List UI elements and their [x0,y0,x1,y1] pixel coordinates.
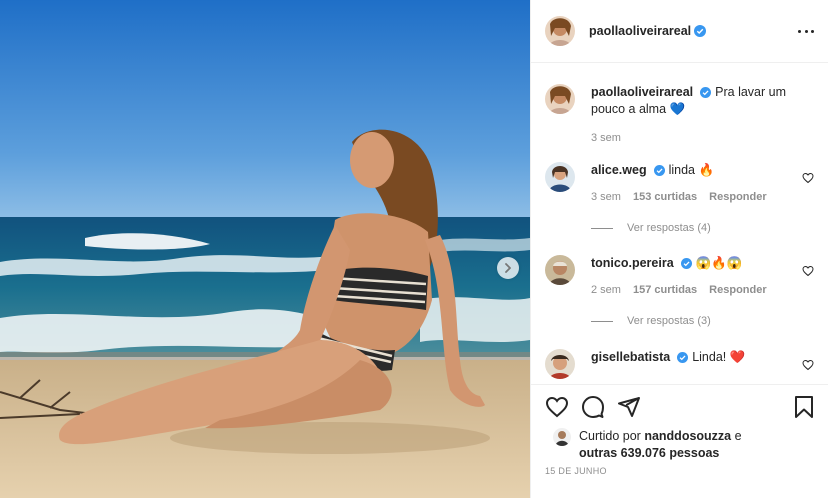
more-options-dot [804,29,808,33]
author-username[interactable]: paollaoliveirareal [589,24,691,38]
author-avatar[interactable] [545,16,575,46]
replies-divider [591,320,613,322]
view-replies-link[interactable]: Ver respostas (3) [591,315,711,327]
post-header: paollaoliveirareal [531,0,828,63]
commenter-avatar[interactable] [545,162,575,192]
reply-button[interactable]: Responder [709,284,766,296]
caption-row: paollaoliveirareal Pra lavar um pouco a a… [545,84,814,144]
caption-text: paollaoliveirareal Pra lavar um pouco a a… [591,84,814,118]
view-replies-label: Ver respostas (3) [627,315,711,327]
more-options-icon [798,29,801,33]
comment-age[interactable]: 2 sem [591,284,621,296]
comments-list[interactable]: paollaoliveirareal Pra lavar um pouco a a… [531,64,828,384]
heart-icon[interactable] [802,265,814,277]
author-avatar[interactable] [545,84,575,114]
liker-avatar[interactable] [553,428,571,446]
more-options-button[interactable] [798,25,814,37]
heart-icon[interactable] [802,172,814,184]
verified-badge-icon [700,87,712,98]
chevron-right-icon [505,263,511,273]
beach-photo [0,0,530,498]
heart-icon[interactable] [545,395,569,419]
post-side-panel: paollaoliveirareal paollaoliveirareal Pra… [530,0,828,498]
verified-badge-icon [680,258,692,269]
reply-button[interactable]: Responder [709,191,766,203]
likes-connector: e [734,429,742,443]
next-photo-button[interactable] [497,257,519,279]
comment-username[interactable]: tonico.pereira [591,256,674,270]
commenter-avatar[interactable] [545,255,575,285]
comment-meta: 2 sem 157 curtidas Responder [591,284,814,296]
likes-text: Curtido por nanddosouzza e outras 639.07… [579,428,779,462]
comment-row: tonico.pereira 😱🔥😱 2 sem 157 curtidas Res… [545,255,814,296]
post-photo[interactable] [0,0,530,498]
comment-text: tonico.pereira 😱🔥😱 [591,255,814,272]
comment-body: linda 🔥 [668,163,715,177]
comment-body: 😱🔥😱 [695,256,743,270]
paper-plane-icon[interactable] [617,395,641,419]
bookmark-icon[interactable] [792,395,816,419]
action-icons [545,395,816,421]
verified-badge-icon [653,165,665,176]
post-actions: Curtido por nanddosouzza e outras 639.07… [531,384,828,498]
verified-badge-icon [677,352,689,363]
likes-prefix: Curtido por [579,429,641,443]
comment-likes[interactable]: 157 curtidas [633,284,697,296]
caption-age[interactable]: 3 sem [591,132,621,144]
post-date[interactable]: 15 DE JUNHO [545,466,607,476]
comment-likes[interactable]: 153 curtidas [633,191,697,203]
likes-summary: Curtido por nanddosouzza e outras 639.07… [553,428,779,462]
likes-count-link[interactable]: outras 639.076 pessoas [579,446,719,460]
view-replies-link[interactable]: Ver respostas (4) [591,222,711,234]
commenter-avatar[interactable] [545,349,575,379]
comment-age[interactable]: 3 sem [591,191,621,203]
comment-row: alice.weg linda 🔥 3 sem 153 curtidas Resp… [545,162,814,203]
caption-username[interactable]: paollaoliveirareal [591,85,693,99]
liker-username[interactable]: nanddosouzza [644,429,731,443]
comment-icon[interactable] [581,395,605,419]
comment-row: gisellebatista Linda! ❤️ [545,349,814,379]
comment-meta: 3 sem 153 curtidas Responder [591,191,814,203]
replies-divider [591,227,613,229]
comment-text: gisellebatista Linda! ❤️ [591,349,814,366]
more-options-dot [811,29,814,33]
comment-username[interactable]: gisellebatista [591,350,670,364]
verified-badge-icon [694,25,707,37]
comment-body: Linda! ❤️ [692,350,746,364]
heart-icon[interactable] [802,359,814,371]
comment-username[interactable]: alice.weg [591,163,647,177]
caption-meta: 3 sem [591,132,814,144]
comment-text: alice.weg linda 🔥 [591,162,814,179]
view-replies-label: Ver respostas (4) [627,222,711,234]
